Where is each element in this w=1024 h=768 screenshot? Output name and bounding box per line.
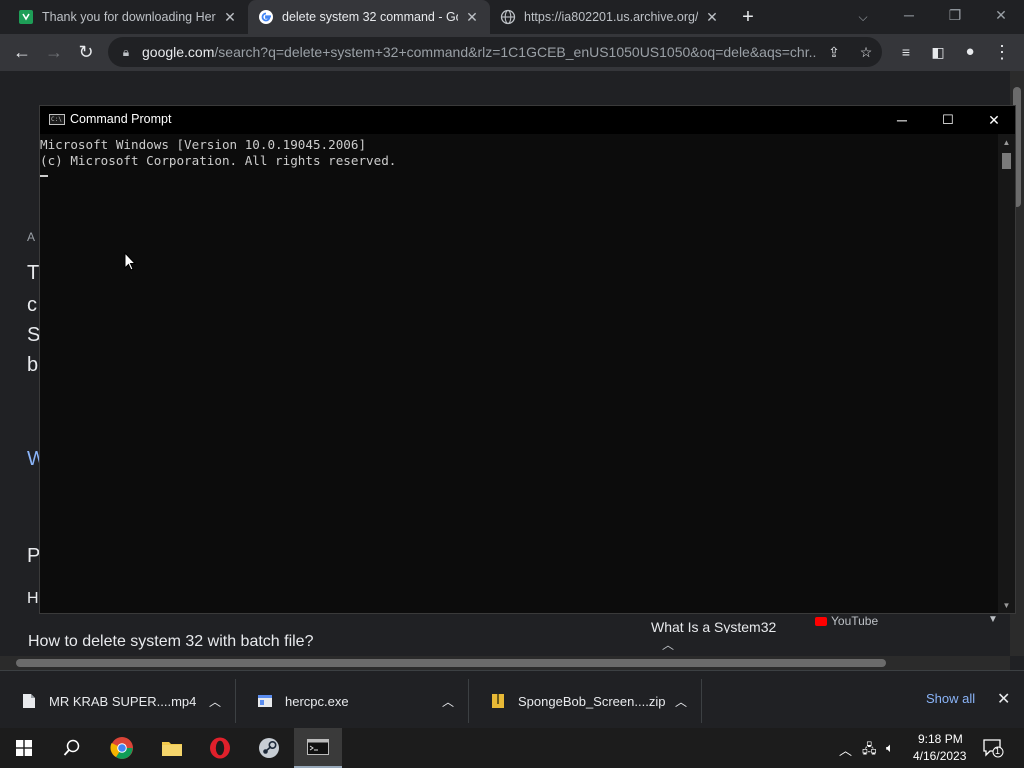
- scroll-down-arrow-icon[interactable]: ▼: [998, 599, 1015, 613]
- globe-icon: [500, 9, 516, 25]
- file-explorer-taskbar-icon[interactable]: [148, 728, 196, 768]
- address-url[interactable]: google.com/search?q=delete+system+32+com…: [142, 44, 817, 60]
- command-prompt-taskbar-icon[interactable]: [294, 728, 342, 768]
- command-prompt-window[interactable]: C:\ Command Prompt ─ ☐ ✕ Microsoft Windo…: [39, 105, 1016, 614]
- browser-close-button[interactable]: ✕: [978, 0, 1024, 32]
- page-text-fragment: A: [27, 230, 36, 244]
- profile-avatar-icon[interactable]: ●: [956, 38, 984, 66]
- bookmark-star-icon[interactable]: ☆: [856, 42, 876, 62]
- youtube-icon: [815, 617, 827, 626]
- file-icon: [23, 694, 35, 708]
- mouse-pointer-icon: [124, 252, 136, 271]
- cmd-app-icon: C:\: [49, 114, 65, 125]
- taskbar-search-icon[interactable]: [48, 728, 96, 768]
- page-text-fragment: H: [27, 590, 39, 607]
- forward-arrow-icon[interactable]: →: [40, 38, 68, 66]
- side-panel-icon[interactable]: ◧: [924, 38, 952, 66]
- scrollbar-thumb[interactable]: [16, 659, 886, 667]
- download-filename: hercpc.exe: [285, 693, 349, 709]
- download-favicon-icon: [18, 9, 34, 25]
- faq-question-link[interactable]: How to delete system 32 with batch file?: [28, 633, 313, 651]
- video-result-title[interactable]: What Is a System32: [651, 619, 776, 633]
- chrome-menu-icon[interactable]: ⋮: [988, 38, 1016, 66]
- opera-taskbar-icon[interactable]: [196, 728, 244, 768]
- zip-icon: [492, 694, 504, 708]
- clock-time[interactable]: 9:18 PM: [918, 732, 963, 746]
- text-cursor: [40, 175, 48, 177]
- browser-tab-archive[interactable]: https://ia802201.us.archive.org/1 ✕: [490, 0, 730, 34]
- download-item[interactable]: MR KRAB SUPER....mp4 ︿: [0, 679, 236, 723]
- download-item[interactable]: hercpc.exe ︿: [236, 679, 469, 723]
- download-filename: MR KRAB SUPER....mp4: [49, 693, 197, 709]
- steam-taskbar-icon[interactable]: [245, 728, 293, 768]
- notification-count: 1: [995, 746, 1001, 756]
- download-shelf: MR KRAB SUPER....mp4 ︿ hercpc.exe ︿ Spon…: [0, 670, 1024, 728]
- page-text-fragment: T: [27, 262, 40, 284]
- download-item[interactable]: SpongeBob_Screen....zip ︿: [469, 679, 702, 723]
- cmd-close-button[interactable]: ✕: [971, 106, 1017, 134]
- tab-search-chevron-icon[interactable]: ⌵: [852, 6, 874, 28]
- close-shelf-icon[interactable]: ✕: [997, 689, 1010, 709]
- browser-restore-button[interactable]: ❐: [932, 0, 978, 32]
- tab-title: https://ia802201.us.archive.org/1: [524, 10, 698, 24]
- share-icon[interactable]: ⇪: [824, 42, 844, 62]
- collapse-chevron-icon[interactable]: ︿: [662, 636, 674, 653]
- reload-icon[interactable]: ↻: [72, 38, 100, 66]
- chevron-up-icon[interactable]: ︿: [209, 693, 221, 710]
- browser-tab-download-page[interactable]: Thank you for downloading Herc ✕: [8, 0, 248, 34]
- browser-toolbar: ← → ↻ 🔒︎ google.com/search?q=delete+syst…: [0, 34, 1024, 71]
- address-bar[interactable]: 🔒︎ google.com/search?q=delete+system+32+…: [108, 37, 882, 67]
- chevron-up-icon[interactable]: ︿: [675, 693, 687, 710]
- console-line: Microsoft Windows [Version 10.0.19045.20…: [40, 137, 367, 152]
- cmd-console-output[interactable]: Microsoft Windows [Version 10.0.19045.20…: [40, 137, 1000, 611]
- media-controls-icon[interactable]: ≡: [892, 38, 920, 66]
- show-all-downloads-link[interactable]: Show all: [926, 691, 975, 706]
- back-arrow-icon[interactable]: ←: [8, 38, 36, 66]
- scrollbar-thumb[interactable]: [1002, 153, 1011, 169]
- scroll-up-arrow-icon[interactable]: ▲: [998, 136, 1015, 150]
- lock-icon[interactable]: 🔒︎: [118, 45, 134, 60]
- chrome-taskbar-icon[interactable]: [98, 728, 146, 768]
- new-tab-button[interactable]: +: [737, 6, 759, 28]
- download-filename: SpongeBob_Screen....zip: [518, 693, 666, 709]
- cmd-minimize-button[interactable]: ─: [879, 106, 925, 134]
- cmd-maximize-button[interactable]: ☐: [925, 106, 971, 134]
- browser-tab-google-search[interactable]: delete system 32 command - Go ✕: [248, 0, 490, 34]
- expand-chevron-icon[interactable]: ▼: [988, 614, 998, 625]
- cmd-title-bar[interactable]: C:\ Command Prompt ─ ☐ ✕: [40, 106, 1015, 134]
- cmd-window-title: Command Prompt: [70, 112, 172, 126]
- page-horizontal-scrollbar[interactable]: [0, 656, 1010, 670]
- page-text-fragment: b: [27, 354, 39, 376]
- console-line: (c) Microsoft Corporation. All rights re…: [40, 153, 397, 168]
- tray-overflow-chevron-icon[interactable]: ︿: [839, 740, 852, 759]
- browser-minimize-button[interactable]: ─: [886, 0, 932, 32]
- notification-center-icon[interactable]: 1: [982, 738, 1004, 758]
- page-text-fragment: c: [27, 294, 37, 316]
- close-tab-icon[interactable]: ✕: [704, 9, 720, 26]
- windows-taskbar: ︿ 🖧︎ 🔈︎ 9:18 PM 4/16/2023 1: [0, 728, 1024, 768]
- tab-title: delete system 32 command - Go: [282, 10, 458, 24]
- chevron-up-icon[interactable]: ︿: [442, 693, 454, 710]
- network-icon[interactable]: 🖧︎: [862, 740, 877, 762]
- google-favicon-icon: [258, 9, 274, 25]
- exe-icon: [258, 695, 272, 707]
- volume-icon[interactable]: 🔈︎: [886, 740, 894, 756]
- close-tab-icon[interactable]: ✕: [222, 9, 238, 26]
- windows-start-icon[interactable]: [0, 728, 48, 768]
- close-tab-icon[interactable]: ✕: [464, 9, 480, 26]
- tab-title: Thank you for downloading Herc: [42, 10, 216, 24]
- cmd-scrollbar[interactable]: ▲ ▼: [998, 134, 1015, 613]
- video-source-label: YouTube: [815, 614, 878, 628]
- clock-date[interactable]: 4/16/2023: [913, 749, 966, 763]
- browser-tab-strip: Thank you for downloading Herc ✕ delete …: [0, 0, 1024, 34]
